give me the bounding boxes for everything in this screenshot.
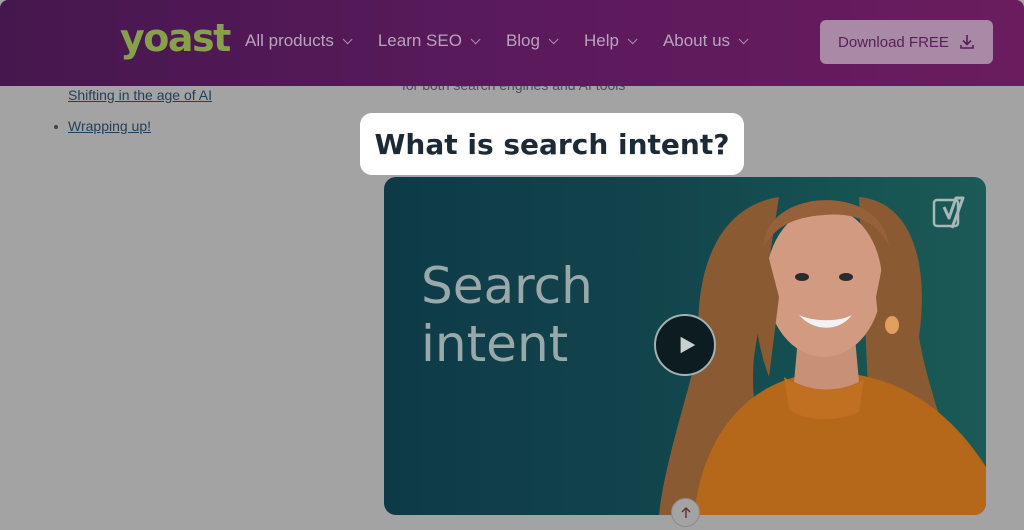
- download-icon: [960, 35, 974, 49]
- nav-item-about-us[interactable]: About us: [662, 31, 749, 51]
- nav-label: About us: [662, 31, 731, 50]
- chevron-down-icon: [627, 33, 638, 44]
- toc-link-wrapping-up[interactable]: Wrapping up!: [68, 118, 151, 134]
- nav-label: Help: [583, 31, 619, 50]
- scroll-to-top-button[interactable]: [671, 498, 700, 527]
- video-title-line-1: Search: [421, 257, 593, 315]
- nav-item-learn-seo[interactable]: Learn SEO: [377, 31, 481, 51]
- main-navigation: All products Learn SEO Blog Help About u…: [245, 31, 774, 51]
- nav-label: All products: [245, 31, 334, 50]
- site-header: yoast All products Learn SEO Blog Help A…: [0, 0, 1024, 86]
- section-heading-highlight: What is search intent?: [360, 113, 744, 175]
- play-button[interactable]: [654, 314, 716, 376]
- table-of-contents: Shifting in the age of AI Wrapping up!: [48, 80, 212, 142]
- nav-item-help[interactable]: Help: [583, 31, 638, 51]
- download-label: Download FREE: [838, 33, 949, 51]
- nav-label: Blog: [505, 31, 540, 50]
- nav-label: Learn SEO: [377, 31, 462, 50]
- yoast-logo-icon: [932, 196, 965, 229]
- chevron-down-icon: [548, 33, 559, 44]
- arrow-up-icon: [680, 506, 691, 518]
- video-thumbnail-title: Search intent: [421, 257, 593, 373]
- section-heading: What is search intent?: [374, 127, 730, 161]
- chevron-down-icon: [470, 33, 481, 44]
- toc-link-shifting[interactable]: Shifting in the age of AI: [68, 87, 212, 103]
- play-icon: [680, 336, 695, 354]
- nav-item-blog[interactable]: Blog: [505, 31, 559, 51]
- video-title-line-2: intent: [421, 315, 569, 373]
- video-player[interactable]: Search intent: [384, 177, 986, 515]
- nav-item-all-products[interactable]: All products: [245, 31, 353, 51]
- download-free-button[interactable]: Download FREE: [820, 20, 993, 64]
- chevron-down-icon: [738, 33, 749, 44]
- chevron-down-icon: [342, 33, 353, 44]
- yoast-logo[interactable]: yoast: [120, 16, 231, 60]
- toc-item: Wrapping up!: [48, 111, 212, 142]
